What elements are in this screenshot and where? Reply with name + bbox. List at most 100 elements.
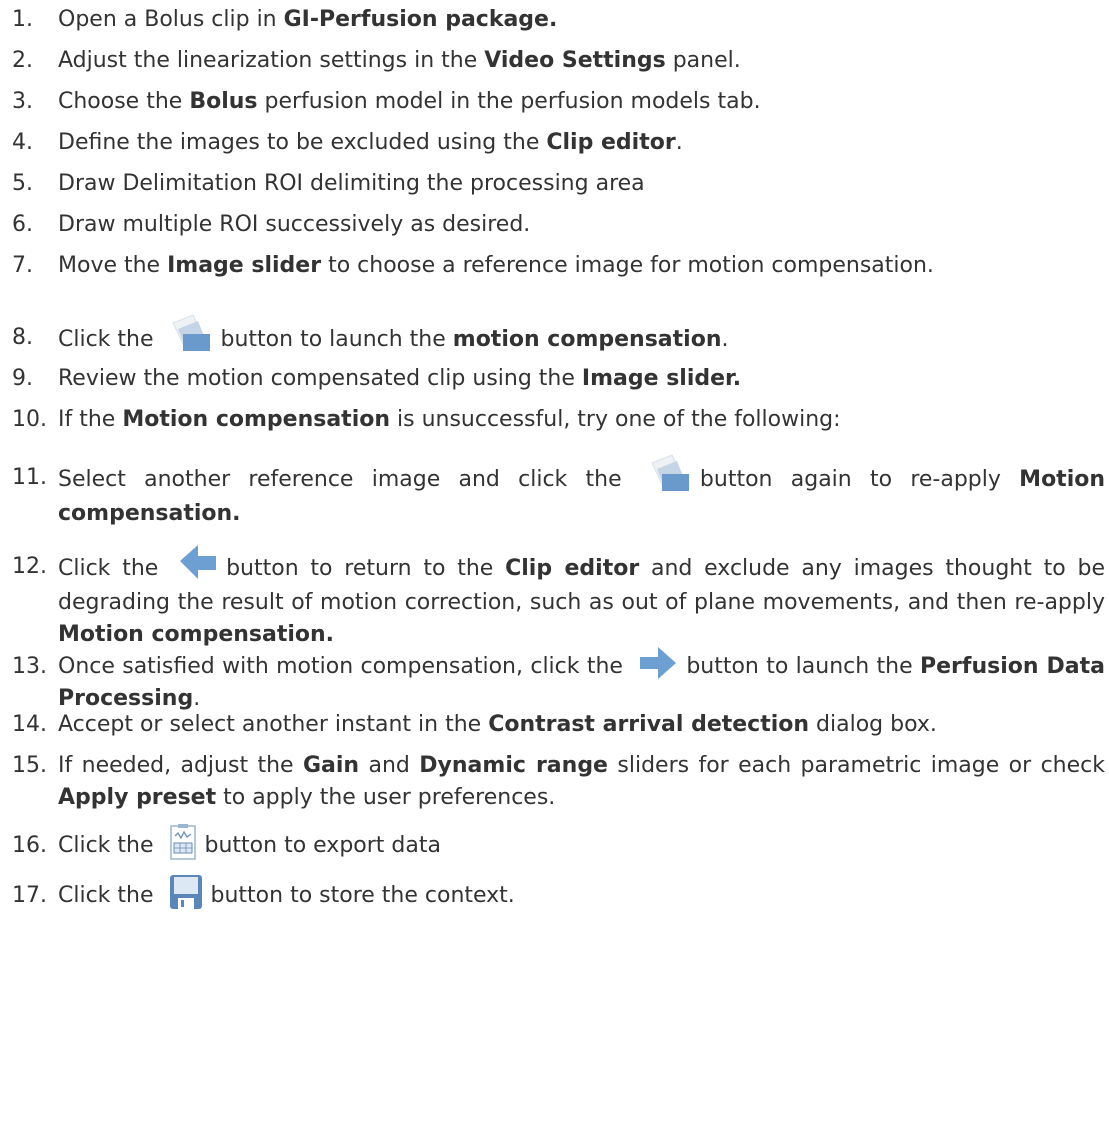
step-text-run: button to launch the <box>686 654 920 679</box>
bold-term: Gain <box>302 753 360 778</box>
step-item: 12. Click the button to return to the Cli… <box>12 545 1105 651</box>
step-text-run: panel. <box>665 48 741 73</box>
step-item: 13. Once satisfied with motion compensati… <box>12 647 1105 715</box>
step-text-run: Move the <box>58 253 168 278</box>
bold-term: Motion compensation <box>122 407 391 432</box>
step-text: Once satisfied with motion compensation,… <box>12 647 1105 715</box>
step-number: 8. <box>12 325 33 350</box>
arrow-left-icon <box>178 543 218 587</box>
bold-term: motion compensation <box>452 327 722 352</box>
step-item: 8. Click the button to launch the motion … <box>12 314 1105 358</box>
step-number: 5. <box>12 171 33 196</box>
step-number: 12. <box>12 554 47 579</box>
step-text-run: Review the motion compensated clip using… <box>58 366 582 391</box>
step-number: 9. <box>12 366 33 391</box>
step-text-run: button to store the context. <box>210 883 515 908</box>
step-item: 10. If the Motion compensation is unsucce… <box>12 404 1105 436</box>
step-text-run: to choose a reference image for motion c… <box>321 253 934 278</box>
step-item: 16. Click the button to export data <box>12 824 1105 862</box>
step-number: 6. <box>12 212 33 237</box>
step-text-run: button to launch the <box>220 327 453 352</box>
step-item: 3. Choose the Bolus perfusion model in th… <box>12 86 1105 118</box>
step-text: Click the button to launch the motion co… <box>12 314 1105 358</box>
step-text-run: Select another reference image and click… <box>58 467 640 492</box>
step-text-run: Draw multiple ROI successively as desire… <box>58 212 531 237</box>
step-text-run: Once satisfied with motion compensation,… <box>58 654 631 679</box>
step-item: 7. Move the Image slider to choose a refe… <box>12 250 1105 282</box>
step-number: 3. <box>12 89 33 114</box>
step-number: 4. <box>12 130 33 155</box>
step-text-run: If needed, adjust the <box>58 753 303 778</box>
step-text: Choose the Bolus perfusion model in the … <box>12 86 1105 118</box>
step-text-run: perfusion model in the perfusion models … <box>257 89 761 114</box>
step-text: Click the button to return to the Clip e… <box>12 545 1105 651</box>
bold-term: Bolus <box>189 89 258 114</box>
step-text-run: Accept or select another instant in the <box>58 712 489 737</box>
save-disk-icon <box>169 874 203 910</box>
step-text: Click the button to store the context. <box>12 875 1105 912</box>
bold-term: Dynamic range <box>419 753 608 778</box>
step-item: 5. Draw Delimitation ROI delimiting the p… <box>12 168 1105 200</box>
bold-term: Motion compensation. <box>58 622 335 647</box>
step-text: Move the Image slider to choose a refere… <box>12 250 1105 282</box>
step-text: If the Motion compensation is unsuccessf… <box>12 404 1105 436</box>
step-number: 7. <box>12 253 33 278</box>
bold-term: Clip editor <box>546 130 676 155</box>
step-item: 6. Draw multiple ROI successively as desi… <box>12 209 1105 241</box>
step-text-run: . <box>675 130 683 155</box>
step-text-run: to apply the user preferences. <box>216 785 556 810</box>
step-text: Draw multiple ROI successively as desire… <box>12 209 1105 241</box>
step-text-run: Define the images to be excluded using t… <box>58 130 547 155</box>
step-number: 1. <box>12 7 33 32</box>
step-item: 15. If needed, adjust the Gain and Dynami… <box>12 750 1105 814</box>
step-number: 11. <box>12 465 47 490</box>
step-text-run: Click the <box>58 833 161 858</box>
bold-term: GI-Perfusion package. <box>283 7 558 32</box>
step-text-run: button to return to the <box>226 556 506 581</box>
step-text: Accept or select another instant in the … <box>12 709 1105 741</box>
step-text-run: Adjust the linearization settings in the <box>58 48 485 73</box>
bold-term: Image slider. <box>581 366 742 391</box>
step-text-run: dialog box. <box>809 712 937 737</box>
arrow-right-icon <box>638 644 678 682</box>
step-text-run: Click the <box>58 327 161 352</box>
step-text-run: . <box>721 327 729 352</box>
step-item: 2. Adjust the linearization settings in t… <box>12 45 1105 77</box>
step-item: 4. Define the images to be excluded using… <box>12 127 1105 159</box>
stacked-images-icon <box>169 314 213 358</box>
step-text-run: is unsuccessful, try one of the followin… <box>390 407 841 432</box>
step-text-run: Choose the <box>58 89 190 114</box>
step-item: 17. Click the button to store the context… <box>12 875 1105 912</box>
bold-term: Contrast arrival detection <box>488 712 810 737</box>
step-text-run: . <box>193 686 201 711</box>
step-text: Draw Delimitation ROI delimiting the pro… <box>12 168 1105 200</box>
step-text: Review the motion compensated clip using… <box>12 363 1105 395</box>
step-text: Open a Bolus clip in GI-Perfusion packag… <box>12 4 1105 36</box>
export-data-icon <box>169 823 197 861</box>
step-text: Click the button to export data <box>12 824 1105 862</box>
step-item: 1. Open a Bolus clip in GI-Perfusion pack… <box>12 4 1105 36</box>
step-text-run: Click the <box>58 556 171 581</box>
bold-term: Video Settings <box>484 48 666 73</box>
bold-term: Apply preset <box>58 785 217 810</box>
step-text: Adjust the linearization settings in the… <box>12 45 1105 77</box>
bold-term: Clip editor <box>505 556 640 581</box>
step-number: 13. <box>12 654 47 679</box>
step-text-run: Draw Delimitation ROI delimiting the pro… <box>58 171 645 196</box>
step-item: 11. Select another reference image and cl… <box>12 454 1105 530</box>
step-text: Define the images to be excluded using t… <box>12 127 1105 159</box>
step-text: If needed, adjust the Gain and Dynamic r… <box>12 750 1105 814</box>
step-number: 16. <box>12 833 47 858</box>
step-text-run: and <box>359 753 420 778</box>
step-text-run: sliders for each parametric image or che… <box>607 753 1105 778</box>
step-item: 9. Review the motion compensated clip usi… <box>12 363 1105 395</box>
stacked-images-icon <box>648 454 692 498</box>
step-text-run: If the <box>58 407 123 432</box>
step-number: 17. <box>12 883 47 908</box>
step-text: Select another reference image and click… <box>12 454 1105 530</box>
step-number: 14. <box>12 712 47 737</box>
step-text-run: Open a Bolus clip in <box>58 7 284 32</box>
step-text-run: button again to re-apply <box>699 467 1020 492</box>
bold-term: Image slider <box>167 253 322 278</box>
step-text-run: Click the <box>58 883 161 908</box>
